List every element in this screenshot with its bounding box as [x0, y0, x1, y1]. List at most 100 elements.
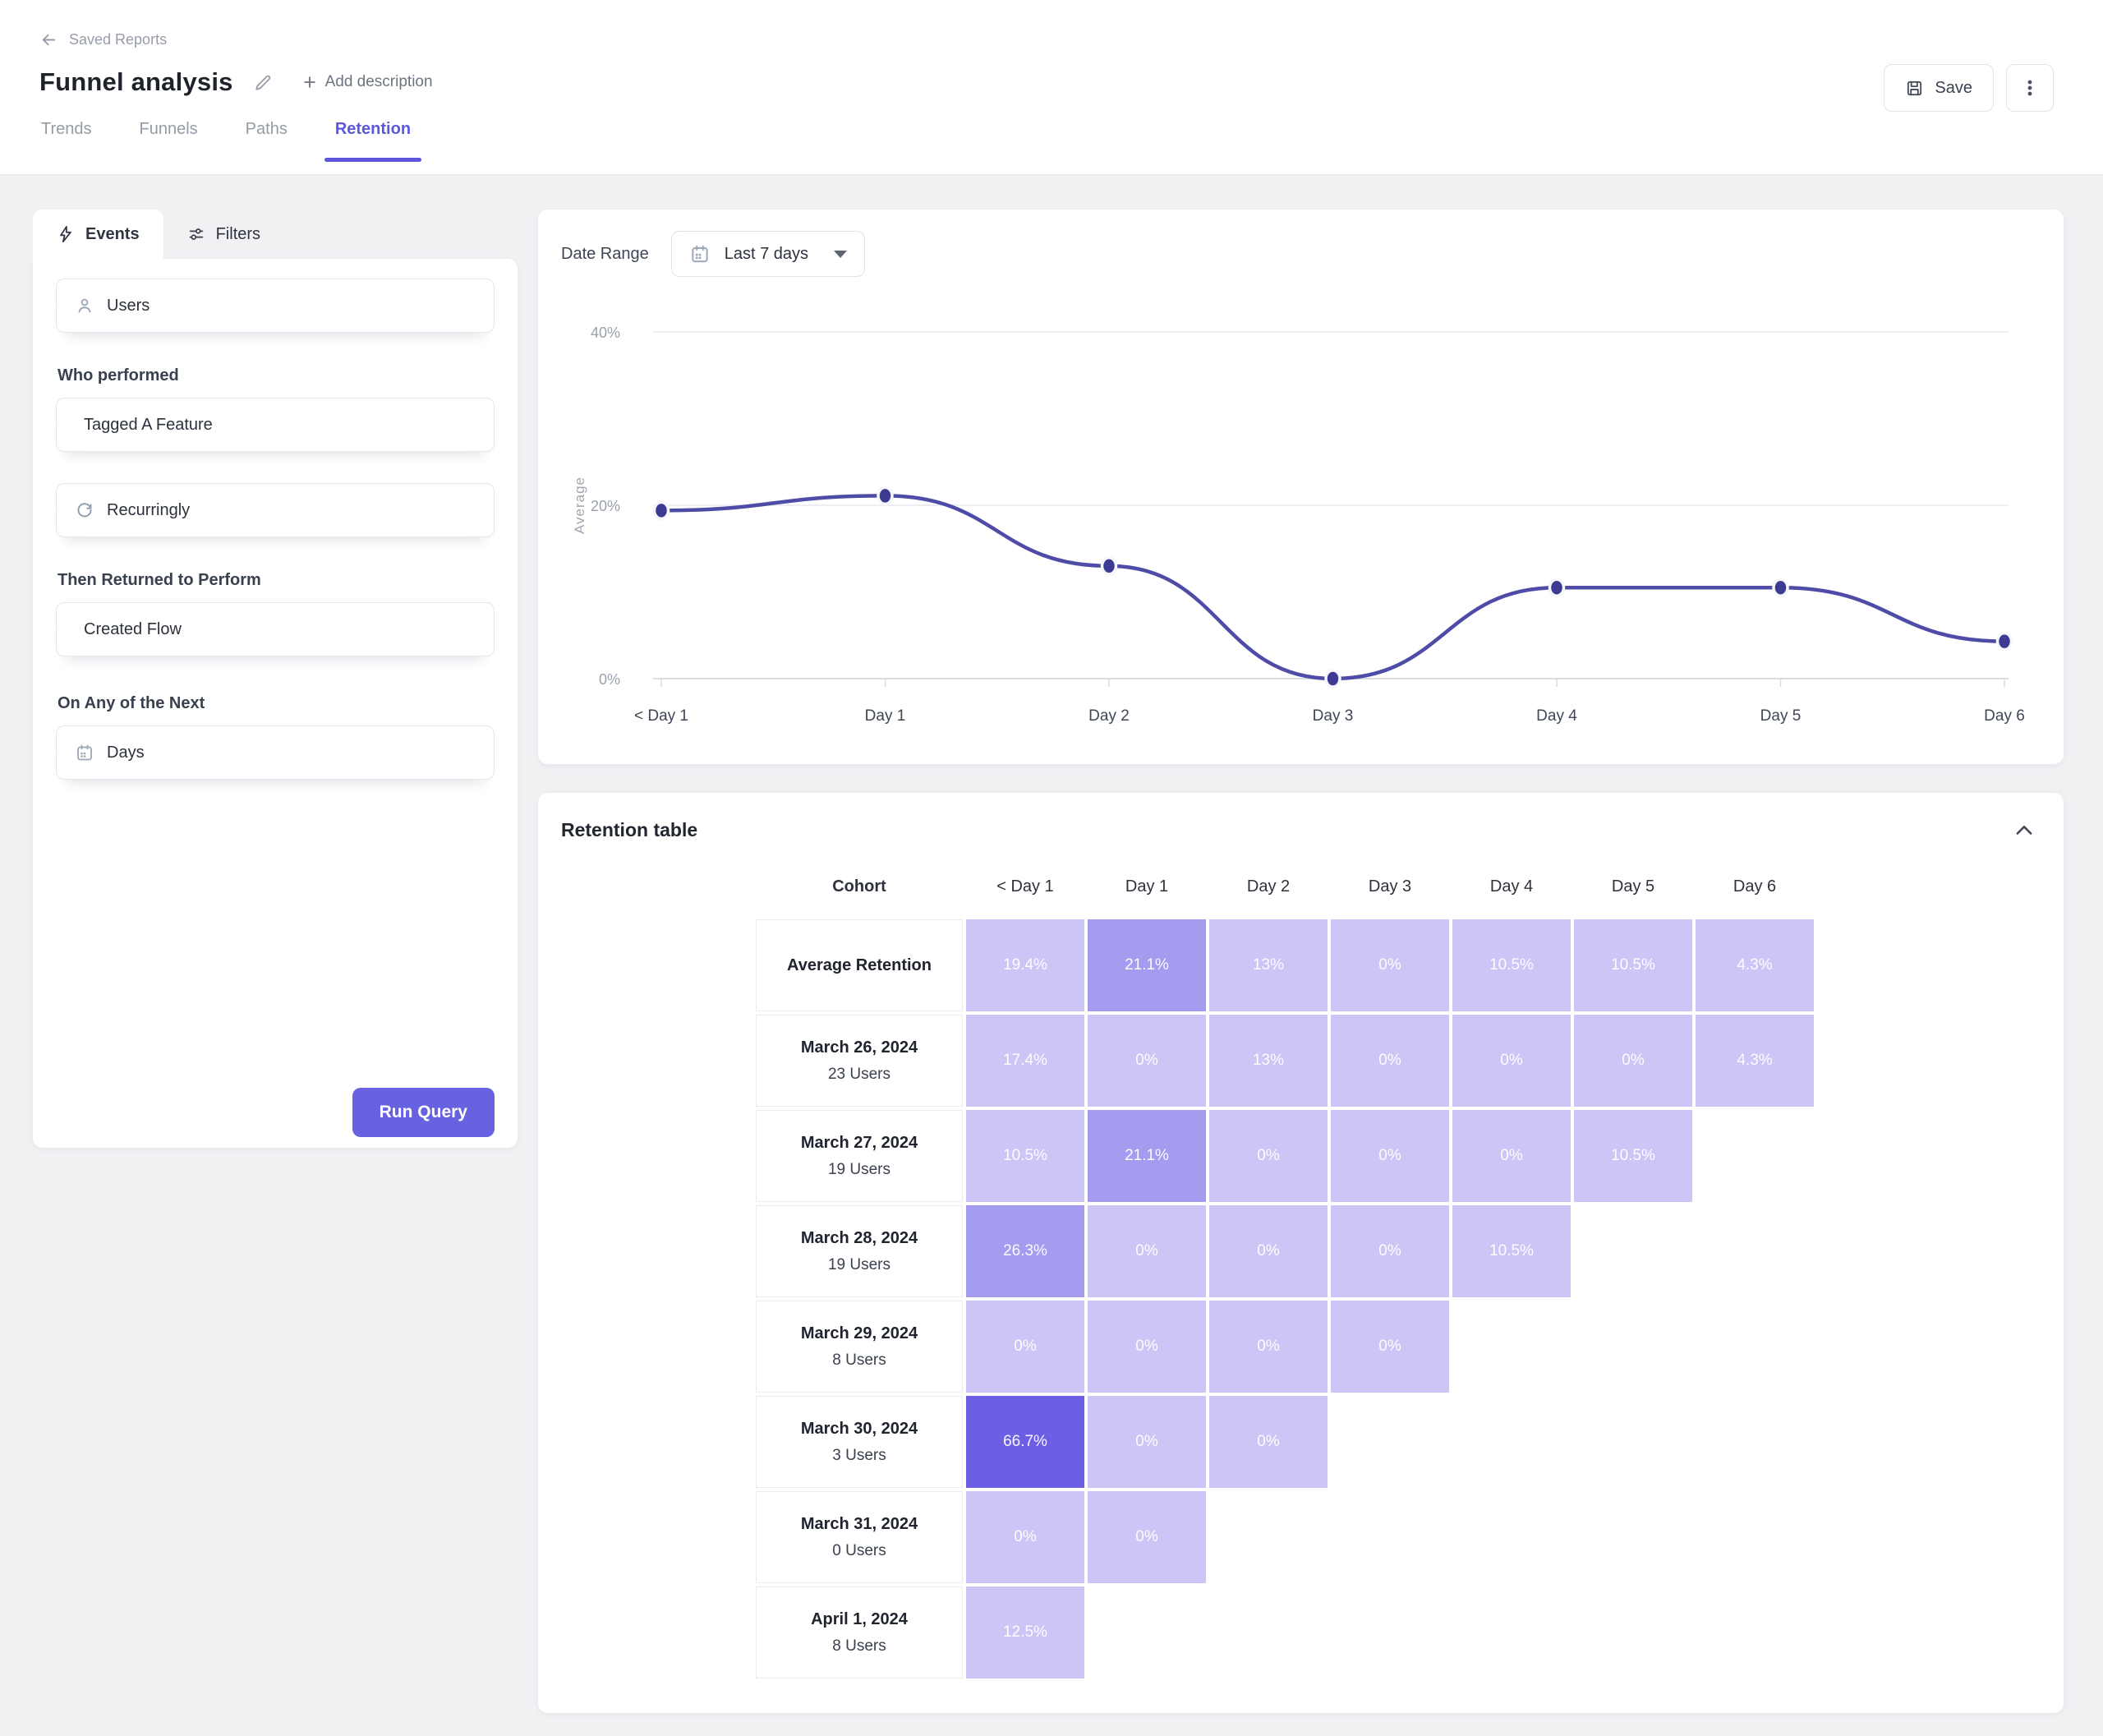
- calendar-icon: [75, 743, 94, 762]
- users-field[interactable]: Users: [56, 279, 495, 333]
- retention-cell[interactable]: 10.5%: [1452, 1205, 1571, 1297]
- table-row: March 30, 20243 Users66.7%0%0%: [756, 1396, 2041, 1488]
- retention-cell[interactable]: 0%: [966, 1301, 1084, 1393]
- chart-point[interactable]: [878, 487, 892, 504]
- cohort-label-cell: Average Retention: [756, 919, 963, 1011]
- kebab-icon: [2020, 78, 2040, 98]
- retention-cell[interactable]: 13%: [1209, 919, 1328, 1011]
- retention-cell[interactable]: 17.4%: [966, 1015, 1084, 1107]
- performed-event-field[interactable]: Tagged A Feature: [56, 398, 495, 452]
- svg-text:< Day 1: < Day 1: [634, 707, 688, 725]
- run-query-button[interactable]: Run Query: [352, 1088, 495, 1137]
- query-builder-tabs: Events Filters: [33, 210, 518, 259]
- retention-cell[interactable]: 0%: [966, 1491, 1084, 1583]
- page-title: Funnel analysis: [39, 67, 233, 97]
- save-button[interactable]: Save: [1884, 64, 1994, 112]
- retention-cell[interactable]: 12.5%: [966, 1586, 1084, 1678]
- chart-point[interactable]: [1774, 579, 1788, 596]
- column-header: Day 6: [1696, 877, 1814, 896]
- cohort-user-count: 19 Users: [828, 1161, 890, 1179]
- chart-point[interactable]: [655, 502, 669, 518]
- date-range-select[interactable]: Last 7 days: [671, 231, 865, 277]
- svg-text:20%: 20%: [591, 498, 620, 514]
- retention-cell[interactable]: 66.7%: [966, 1396, 1084, 1488]
- tab-events[interactable]: Events: [33, 210, 163, 259]
- unit-field[interactable]: Days: [56, 725, 495, 780]
- svg-text:Day 3: Day 3: [1313, 707, 1354, 725]
- retention-cell[interactable]: 0%: [1088, 1396, 1206, 1488]
- retention-cell[interactable]: 0%: [1088, 1491, 1206, 1583]
- retention-cell[interactable]: 0%: [1331, 1301, 1449, 1393]
- collapse-table-button[interactable]: [2008, 814, 2041, 847]
- tab-retention[interactable]: Retention: [335, 120, 411, 161]
- retention-table: Cohort< Day 1Day 1Day 2Day 3Day 4Day 5Da…: [756, 877, 2041, 1678]
- save-label: Save: [1935, 79, 1972, 98]
- chart-point[interactable]: [1102, 558, 1116, 574]
- query-builder-panel: Users Who performed Tagged A Feature Rec…: [33, 259, 518, 1148]
- cohort-label-cell: March 28, 2024 19 Users: [756, 1205, 963, 1297]
- table-row: March 27, 202419 Users10.5%21.1%0%0%0%10…: [756, 1110, 2041, 1202]
- retention-cell[interactable]: 0%: [1088, 1015, 1206, 1107]
- retention-cell[interactable]: 0%: [1088, 1301, 1206, 1393]
- retention-cell[interactable]: 0%: [1331, 1205, 1449, 1297]
- column-header: Day 4: [1452, 877, 1571, 896]
- date-range-value: Last 7 days: [725, 245, 808, 264]
- retention-cell[interactable]: 0%: [1331, 919, 1449, 1011]
- table-row: March 26, 202423 Users17.4%0%13%0%0%0%4.…: [756, 1015, 2041, 1107]
- cohort-name: April 1, 2024: [811, 1610, 908, 1629]
- retention-cell[interactable]: 0%: [1331, 1110, 1449, 1202]
- retention-cell[interactable]: 0%: [1452, 1110, 1571, 1202]
- table-row: April 1, 20248 Users12.5%: [756, 1586, 2041, 1678]
- retention-cell[interactable]: 13%: [1209, 1015, 1328, 1107]
- add-description-button[interactable]: Add description: [301, 73, 433, 91]
- retention-cell[interactable]: 0%: [1209, 1301, 1328, 1393]
- svg-text:Day 4: Day 4: [1536, 707, 1577, 725]
- report-type-tabs: Trends Funnels Paths Retention: [41, 120, 2054, 161]
- cohort-label-cell: March 29, 20248 Users: [756, 1301, 963, 1393]
- edit-title-icon[interactable]: [253, 72, 274, 93]
- retention-cell[interactable]: 21.1%: [1088, 1110, 1206, 1202]
- retention-cell[interactable]: 0%: [1574, 1015, 1692, 1107]
- main-content: Events Filters Users Who performed Tagge…: [0, 175, 2103, 1713]
- table-row: Average Retention19.4%21.1%13%0%10.5%10.…: [756, 919, 2041, 1011]
- plus-icon: [301, 74, 318, 90]
- retention-cell[interactable]: 26.3%: [966, 1205, 1084, 1297]
- user-icon: [75, 296, 94, 315]
- lightning-icon: [57, 225, 75, 243]
- retention-cell[interactable]: 4.3%: [1696, 919, 1814, 1011]
- retention-cell[interactable]: 0%: [1331, 1015, 1449, 1107]
- retention-cell[interactable]: 0%: [1452, 1015, 1571, 1107]
- retention-cell[interactable]: 0%: [1209, 1110, 1328, 1202]
- frequency-field[interactable]: Recurringly: [56, 483, 495, 537]
- tab-funnels[interactable]: Funnels: [140, 120, 198, 161]
- svg-text:Average: Average: [572, 477, 587, 534]
- retention-cell[interactable]: 10.5%: [1574, 919, 1692, 1011]
- column-header: Day 2: [1209, 877, 1328, 896]
- tab-filters[interactable]: Filters: [163, 210, 284, 259]
- retention-cell[interactable]: 0%: [1209, 1205, 1328, 1297]
- cohort-name: March 28, 2024: [801, 1229, 918, 1248]
- retention-cell[interactable]: 0%: [1088, 1205, 1206, 1297]
- retention-cell[interactable]: 4.3%: [1696, 1015, 1814, 1107]
- back-link[interactable]: Saved Reports: [39, 0, 167, 49]
- retention-cell[interactable]: 10.5%: [1574, 1110, 1692, 1202]
- cohort-name: Average Retention: [787, 956, 932, 975]
- retention-cell[interactable]: 21.1%: [1088, 919, 1206, 1011]
- retention-cell[interactable]: 10.5%: [966, 1110, 1084, 1202]
- frequency-value: Recurringly: [107, 501, 190, 520]
- retention-table-title: Retention table: [561, 819, 2041, 841]
- tab-paths[interactable]: Paths: [246, 120, 288, 161]
- users-field-value: Users: [107, 297, 150, 315]
- cohort-user-count: 19 Users: [828, 1256, 890, 1274]
- unit-value: Days: [107, 744, 145, 762]
- tab-events-label: Events: [85, 225, 140, 244]
- return-event-field[interactable]: Created Flow: [56, 602, 495, 656]
- tab-trends[interactable]: Trends: [41, 120, 92, 161]
- chart-point[interactable]: [1326, 670, 1340, 687]
- retention-cell[interactable]: 19.4%: [966, 919, 1084, 1011]
- retention-cell[interactable]: 10.5%: [1452, 919, 1571, 1011]
- chart-point[interactable]: [1550, 579, 1564, 596]
- retention-cell[interactable]: 0%: [1209, 1396, 1328, 1488]
- chart-point[interactable]: [1998, 633, 2012, 650]
- more-options-button[interactable]: [2006, 64, 2054, 112]
